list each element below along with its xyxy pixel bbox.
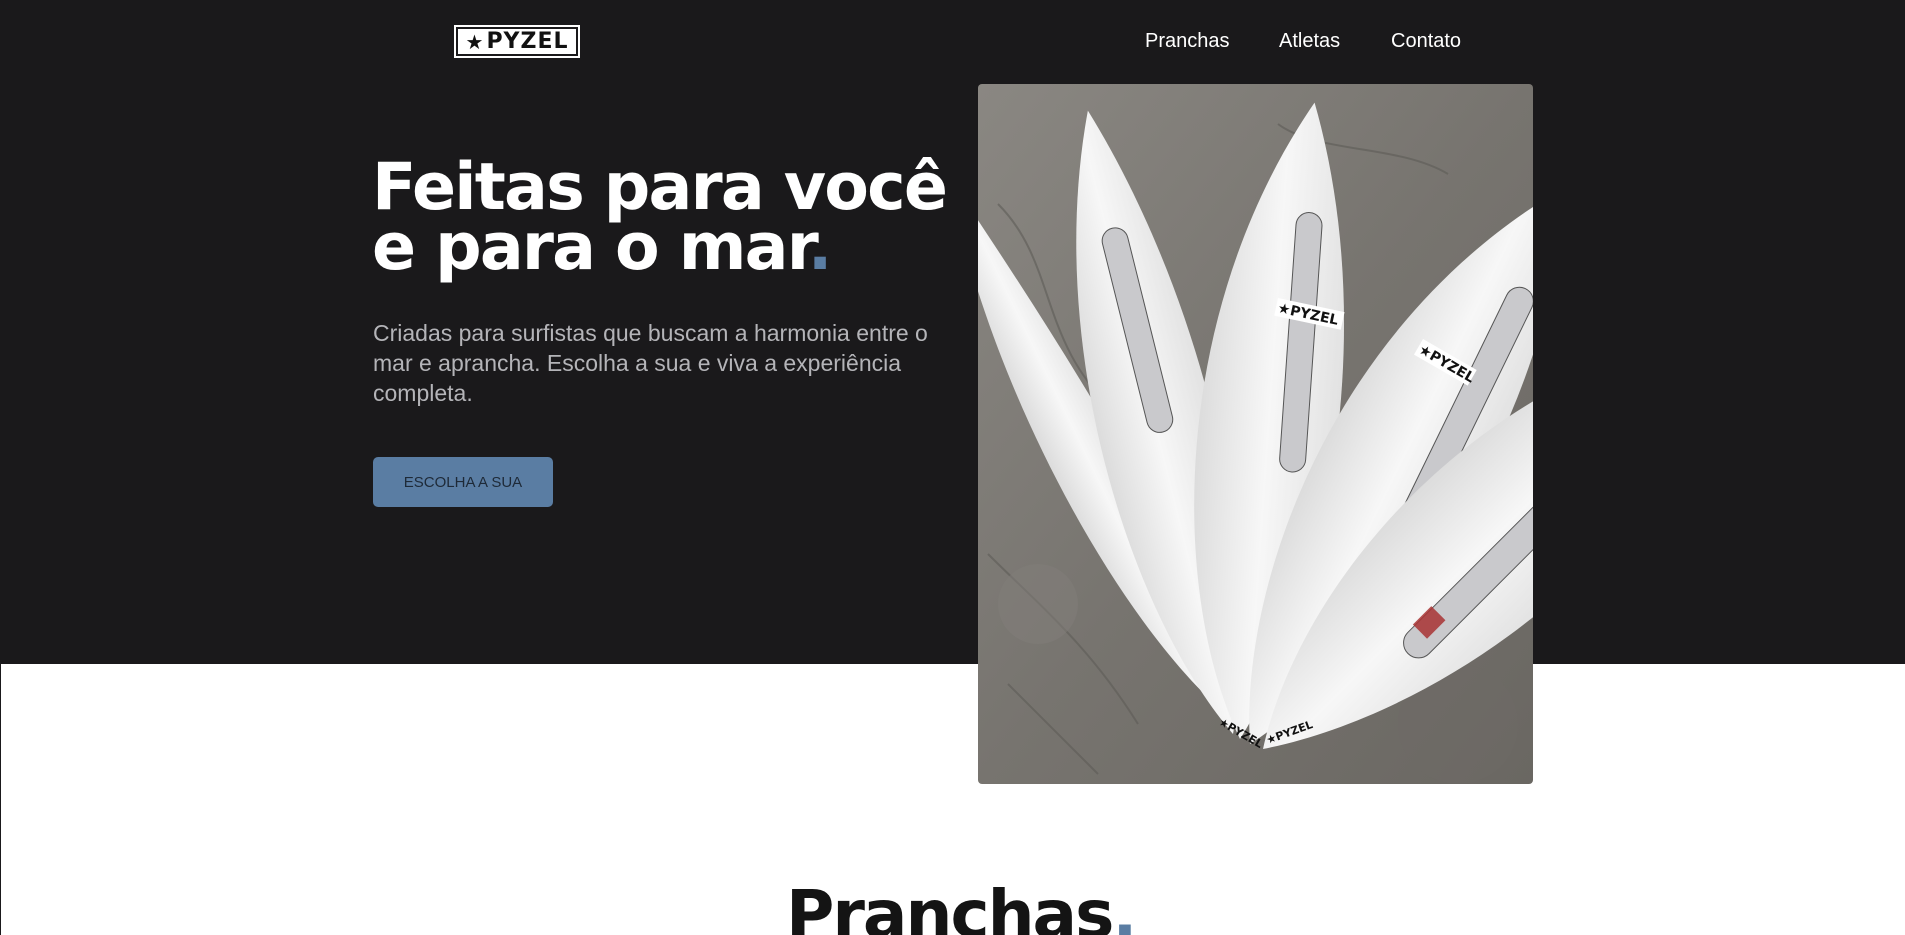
star-icon: ★ bbox=[465, 29, 485, 54]
choose-yours-button[interactable]: ESCOLHA A SUA bbox=[373, 457, 553, 507]
hero-title-line2: e para o mar bbox=[372, 210, 810, 285]
nav-link-pranchas[interactable]: Pranchas bbox=[1145, 30, 1230, 53]
brand-logo[interactable]: ★ PYZEL bbox=[454, 25, 580, 58]
page-edge bbox=[0, 664, 1, 935]
boards-section-title: Pranchas. bbox=[786, 875, 1137, 935]
boards-section-title-text: Pranchas bbox=[786, 876, 1114, 935]
nav-link-contato[interactable]: Contato bbox=[1391, 30, 1461, 53]
nav-link-atletas[interactable]: Atletas bbox=[1279, 30, 1340, 53]
hero-surfboards-image: ★PYZEL ★PYZEL ★PYZEL ★PYZEL bbox=[978, 84, 1533, 784]
hero-title-dot: . bbox=[807, 210, 833, 285]
logo-text: PYZEL bbox=[486, 29, 569, 54]
hero-subtitle: Criadas para surfistas que buscam a harm… bbox=[373, 320, 928, 406]
hero-background bbox=[0, 0, 1905, 664]
boards-section-title-dot: . bbox=[1112, 876, 1137, 935]
hero-title: Feitas para você e para o mar. bbox=[372, 155, 972, 280]
